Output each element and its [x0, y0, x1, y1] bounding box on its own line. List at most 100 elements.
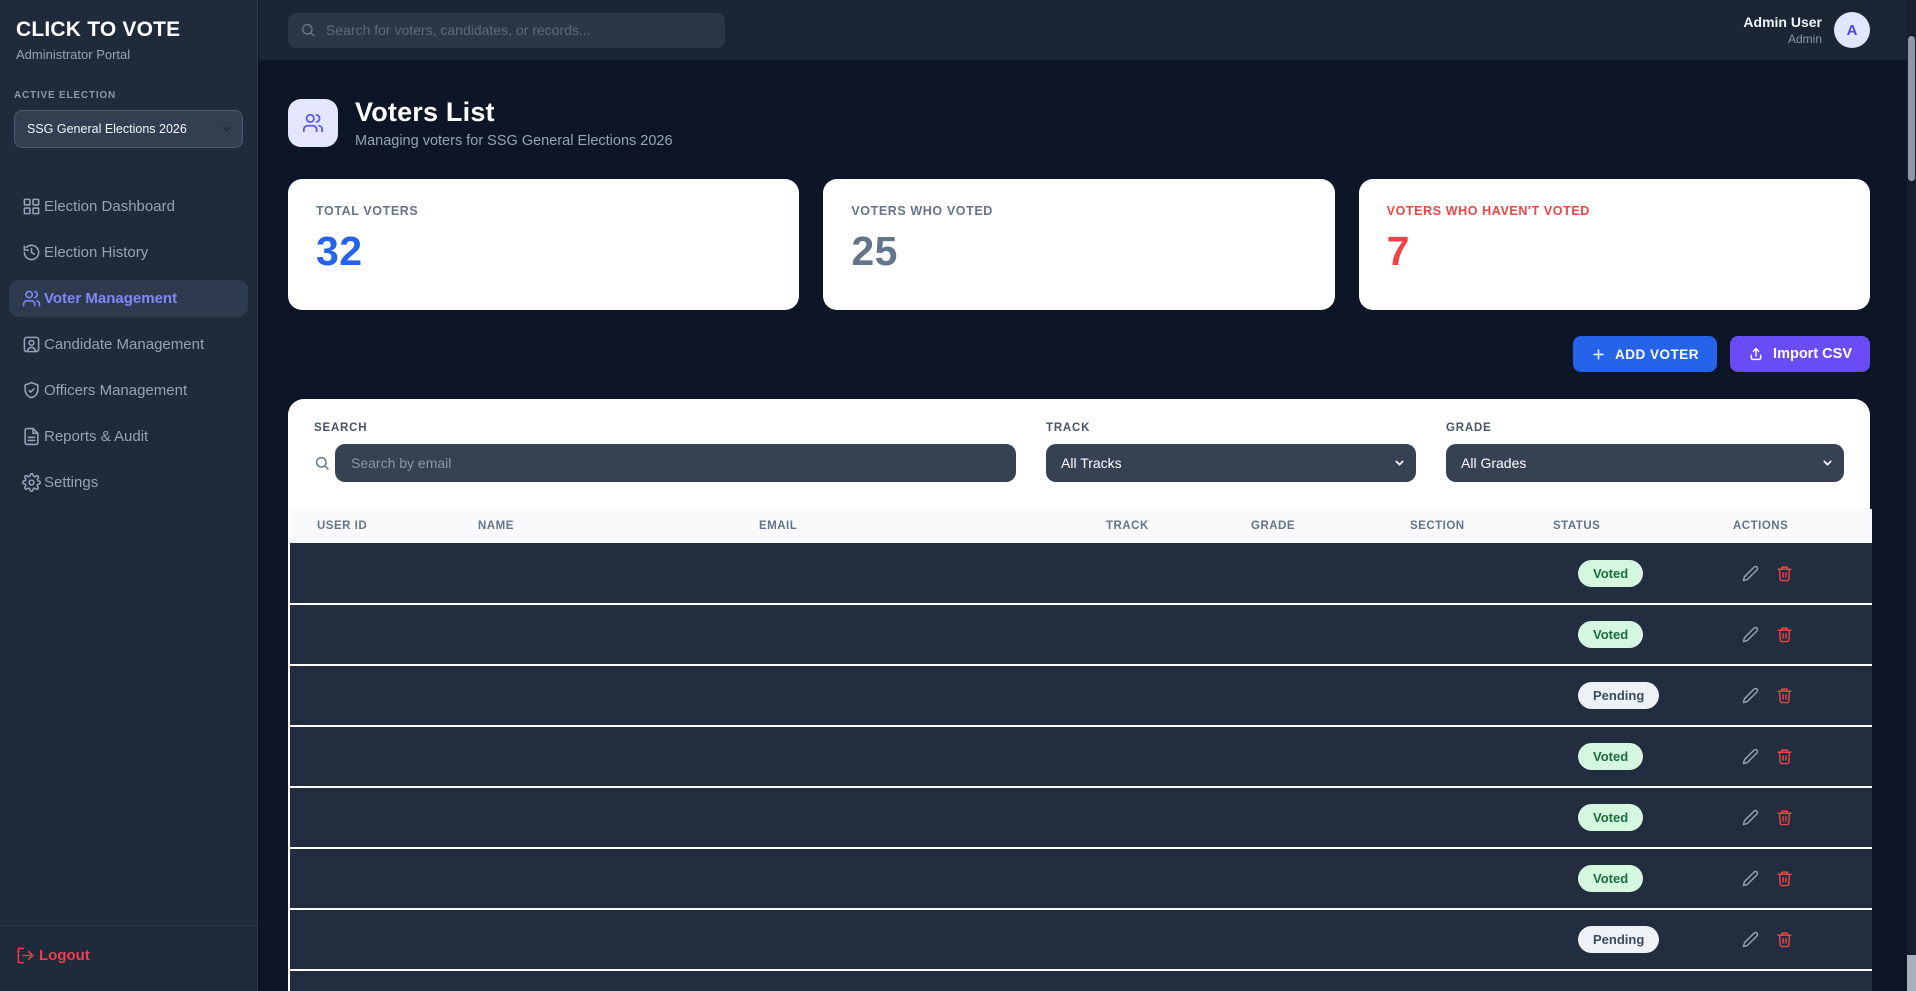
cell-section	[1410, 970, 1553, 991]
search-icon	[300, 22, 316, 38]
grade-select[interactable]: All Grades	[1446, 444, 1844, 482]
cell-track	[1106, 909, 1251, 970]
voters-page-icon-box	[288, 99, 338, 147]
sidebar-item-election-dashboard[interactable]: Election Dashboard	[9, 188, 248, 225]
user-menu[interactable]: Admin User Admin A	[1743, 12, 1870, 48]
table-row: Pending	[290, 665, 1872, 726]
table-header-row: USER ID NAME EMAIL TRACK GRADE SECTION S…	[290, 509, 1872, 543]
trash-icon	[1776, 931, 1793, 948]
table-row: Voted	[290, 726, 1872, 787]
cell-section	[1410, 726, 1553, 787]
stat-value: 25	[851, 228, 1306, 275]
sidebar: CLICK TO VOTE Administrator Portal ACTIV…	[0, 0, 258, 991]
cell-status: Pending	[1553, 909, 1733, 970]
col-grade: GRADE	[1251, 509, 1410, 543]
delete-voter-button[interactable]	[1776, 931, 1793, 948]
topbar: Admin User Admin A	[259, 0, 1916, 60]
cell-actions	[1733, 848, 1872, 909]
cell-user-id	[290, 909, 478, 970]
user-role: Admin	[1743, 32, 1822, 46]
trash-icon	[1776, 626, 1793, 643]
cell-grade	[1251, 787, 1410, 848]
users-icon	[302, 112, 324, 134]
trash-icon	[1776, 809, 1793, 826]
cell-email	[759, 543, 1106, 604]
delete-voter-button[interactable]	[1776, 870, 1793, 887]
cell-section	[1410, 543, 1553, 604]
global-search-input[interactable]	[288, 13, 725, 48]
scrollbar-thumb-bottom[interactable]	[1907, 955, 1916, 991]
cell-track	[1106, 787, 1251, 848]
brand: CLICK TO VOTE Administrator Portal	[0, 0, 257, 62]
stat-card-voters-voted: VOTERS WHO VOTED 25	[823, 179, 1334, 310]
avatar[interactable]: A	[1834, 12, 1870, 48]
voters-panel: SEARCH TRACK All Tracks	[288, 399, 1870, 991]
delete-voter-button[interactable]	[1776, 687, 1793, 704]
sidebar-item-label: Officers Management	[44, 382, 187, 399]
pencil-icon	[1742, 565, 1759, 582]
upload-icon	[1748, 346, 1764, 362]
cell-section	[1410, 665, 1553, 726]
sidebar-item-reports-audit[interactable]: Reports & Audit	[9, 418, 248, 455]
cell-section	[1410, 604, 1553, 665]
cell-email	[759, 970, 1106, 991]
add-voter-button[interactable]: ADD VOTER	[1573, 336, 1717, 372]
cell-name	[478, 665, 759, 726]
col-user-id: USER ID	[290, 509, 478, 543]
cell-name	[478, 970, 759, 991]
cell-track	[1106, 604, 1251, 665]
delete-voter-button[interactable]	[1776, 626, 1793, 643]
import-csv-button[interactable]: Import CSV	[1730, 336, 1870, 372]
cell-user-id	[290, 543, 478, 604]
edit-voter-button[interactable]	[1742, 748, 1759, 765]
scrollbar[interactable]	[1907, 0, 1916, 991]
sidebar-item-settings[interactable]: Settings	[9, 464, 248, 501]
sidebar-item-officers-management[interactable]: Officers Management	[9, 372, 248, 409]
delete-voter-button[interactable]	[1776, 565, 1793, 582]
cell-status: Voted	[1553, 726, 1733, 787]
plus-icon	[1591, 347, 1606, 362]
edit-voter-button[interactable]	[1742, 931, 1759, 948]
email-search-input[interactable]	[335, 444, 1016, 482]
cell-section	[1410, 787, 1553, 848]
track-select[interactable]: All Tracks	[1046, 444, 1416, 482]
user-name: Admin User	[1743, 14, 1822, 30]
scrollbar-thumb[interactable]	[1908, 36, 1915, 181]
edit-voter-button[interactable]	[1742, 626, 1759, 643]
dashboard-icon	[22, 197, 41, 216]
sidebar-item-candidate-management[interactable]: Candidate Management	[9, 326, 248, 363]
brand-subtitle: Administrator Portal	[16, 47, 241, 62]
shield-check-icon	[22, 381, 41, 400]
cell-grade	[1251, 543, 1410, 604]
sidebar-item-election-history[interactable]: Election History	[9, 234, 248, 271]
delete-voter-button[interactable]	[1776, 809, 1793, 826]
cell-grade	[1251, 604, 1410, 665]
cell-email	[759, 848, 1106, 909]
logout-button[interactable]: Logout	[16, 946, 241, 965]
cell-name	[478, 604, 759, 665]
edit-voter-button[interactable]	[1742, 565, 1759, 582]
cell-grade	[1251, 848, 1410, 909]
pencil-icon	[1742, 748, 1759, 765]
edit-voter-button[interactable]	[1742, 809, 1759, 826]
logout-icon	[16, 946, 35, 965]
sidebar-item-voter-management[interactable]: Voter Management	[9, 280, 248, 317]
sidebar-nav: Election Dashboard Election History Vote…	[0, 188, 257, 501]
brand-title: CLICK TO VOTE	[16, 18, 241, 42]
cell-email	[759, 604, 1106, 665]
cell-grade	[1251, 909, 1410, 970]
cell-user-id	[290, 787, 478, 848]
edit-voter-button[interactable]	[1742, 870, 1759, 887]
edit-voter-button[interactable]	[1742, 687, 1759, 704]
cell-actions	[1733, 909, 1872, 970]
active-election-label: ACTIVE ELECTION	[14, 90, 243, 101]
table-row: Pending	[290, 909, 1872, 970]
status-badge: Voted	[1578, 804, 1643, 831]
election-select[interactable]: SSG General Elections 2026	[14, 110, 243, 148]
content: Voters List Managing voters for SSG Gene…	[259, 60, 1916, 991]
page-subtitle: Managing voters for SSG General Election…	[355, 133, 673, 149]
delete-voter-button[interactable]	[1776, 748, 1793, 765]
pencil-icon	[1742, 870, 1759, 887]
status-badge: Voted	[1578, 743, 1643, 770]
status-badge: Voted	[1578, 865, 1643, 892]
